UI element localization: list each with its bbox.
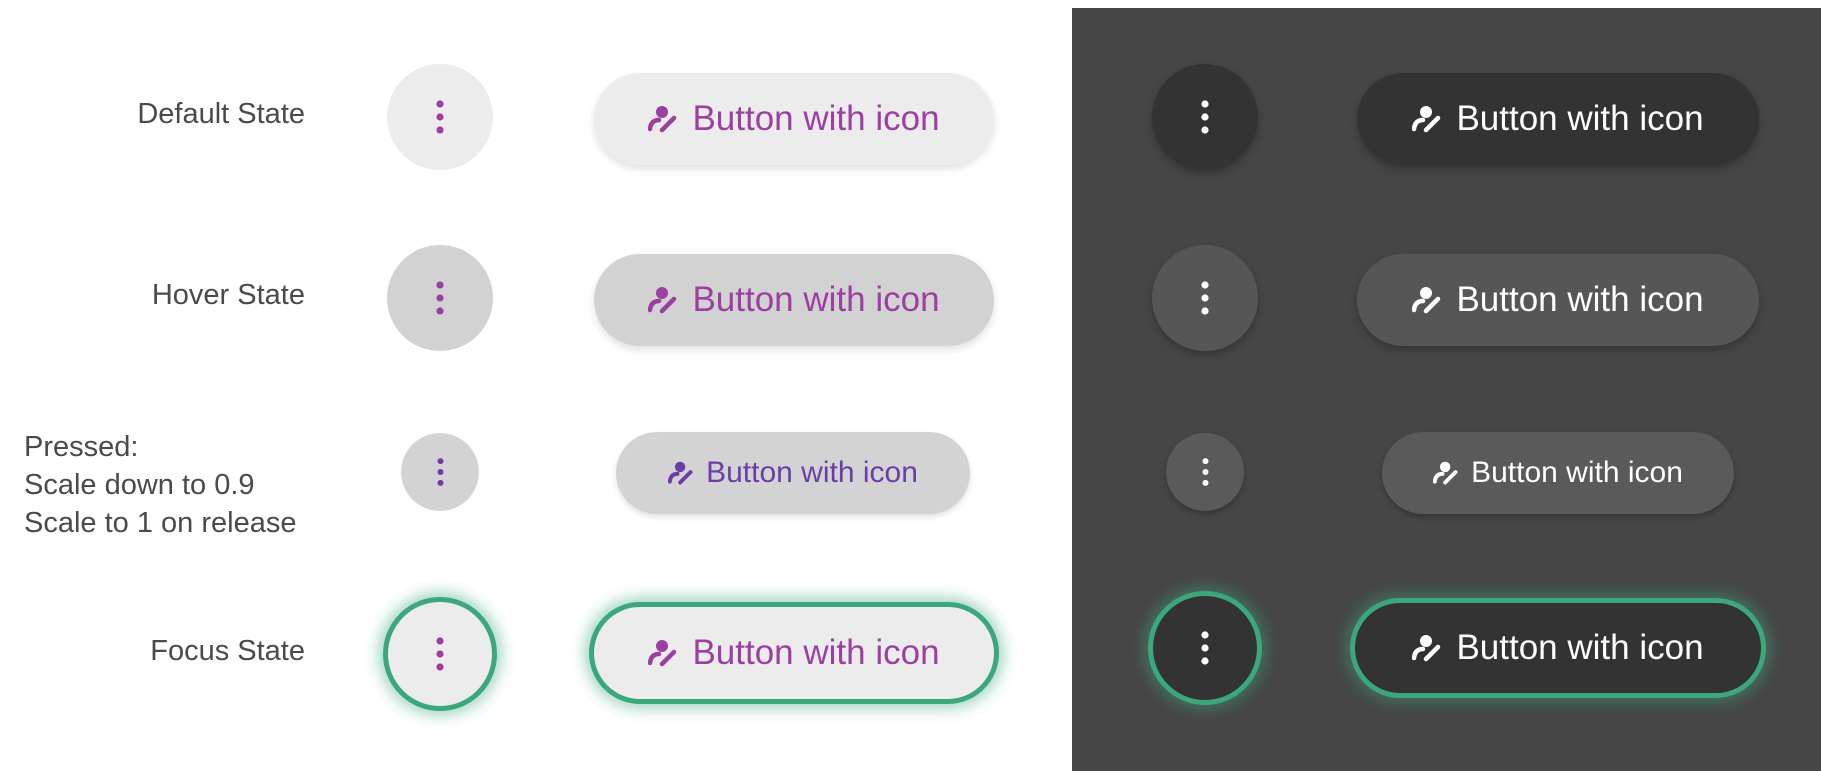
more-vert-icon [1201, 100, 1209, 134]
pill-button-dark-pressed[interactable]: Button with icon [1382, 432, 1734, 514]
more-vert-icon [436, 281, 444, 315]
label-pressed-state: Pressed: Scale down to 0.9 Scale to 1 on… [24, 431, 297, 539]
more-button-light-focus[interactable] [383, 597, 497, 711]
pill-button-label: Button with icon [1456, 628, 1704, 667]
more-button-light-default[interactable] [387, 64, 493, 170]
more-button-dark-focus[interactable] [1148, 591, 1262, 705]
more-vert-icon [1201, 631, 1209, 665]
person-edit-icon [648, 285, 678, 315]
pill-button-label: Button with icon [1456, 99, 1704, 138]
pill-button-label: Button with icon [706, 456, 918, 489]
more-button-light-pressed[interactable] [401, 433, 479, 511]
person-edit-icon [1412, 104, 1442, 134]
more-vert-icon [437, 458, 443, 486]
more-vert-icon [1201, 281, 1209, 315]
pill-button-dark-focus[interactable]: Button with icon [1350, 598, 1766, 698]
person-edit-icon [1433, 460, 1459, 486]
label-hover-state: Hover State [151, 279, 305, 311]
pill-button-light-hover[interactable]: Button with icon [594, 254, 994, 346]
pill-button-label: Button with icon [692, 280, 940, 319]
pill-button-label: Button with icon [692, 633, 940, 672]
pill-button-light-pressed[interactable]: Button with icon [616, 432, 970, 514]
more-vert-icon [1202, 458, 1208, 486]
label-focus-state: Focus State [150, 635, 305, 667]
pill-button-light-default[interactable]: Button with icon [594, 73, 994, 165]
pill-button-dark-default[interactable]: Button with icon [1357, 73, 1759, 165]
more-button-dark-default[interactable] [1152, 64, 1258, 170]
more-vert-icon [436, 100, 444, 134]
person-edit-icon [668, 460, 694, 486]
person-edit-icon [648, 104, 678, 134]
person-edit-icon [1412, 633, 1442, 663]
pill-button-label: Button with icon [692, 99, 940, 138]
pill-button-light-focus[interactable]: Button with icon [589, 602, 999, 704]
person-edit-icon [1412, 285, 1442, 315]
pill-button-label: Button with icon [1456, 280, 1704, 319]
more-button-light-hover[interactable] [387, 245, 493, 351]
more-vert-icon [436, 637, 444, 671]
more-button-dark-hover[interactable] [1152, 245, 1258, 351]
pill-button-dark-hover[interactable]: Button with icon [1357, 254, 1759, 346]
label-default-state: Default State [137, 98, 305, 130]
person-edit-icon [648, 638, 678, 668]
pill-button-label: Button with icon [1471, 456, 1683, 489]
more-button-dark-pressed[interactable] [1166, 433, 1244, 511]
